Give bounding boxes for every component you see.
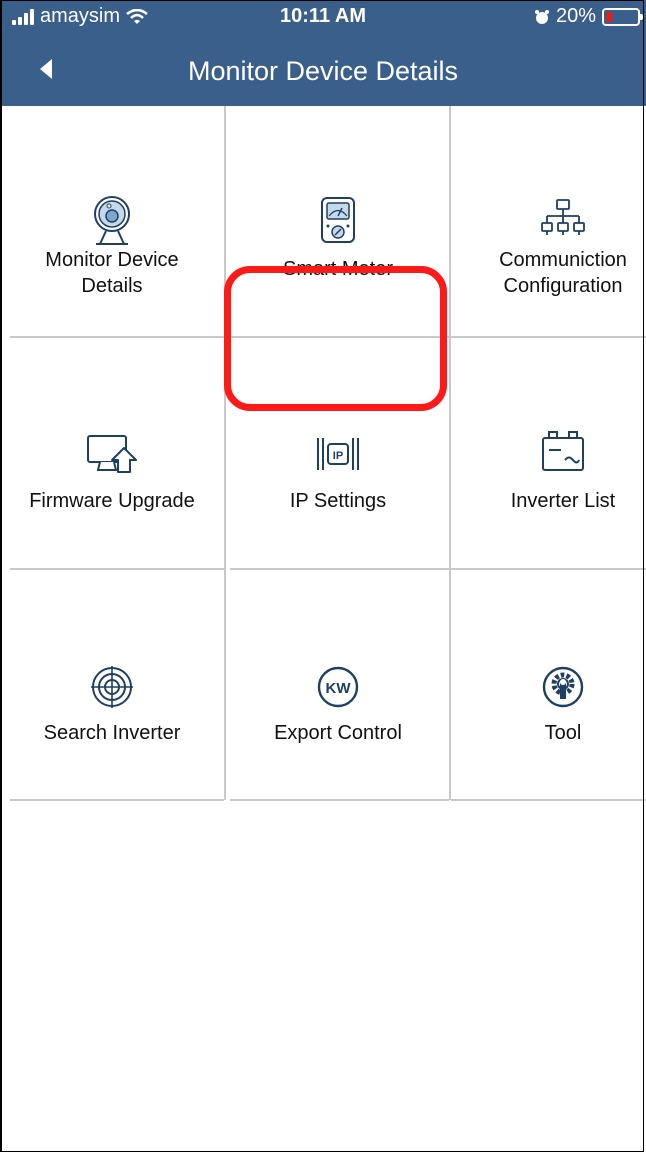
grid-item-label: Monitor Device: [45, 249, 179, 271]
grid-item-label: Export Control: [274, 722, 402, 744]
grid-item-smart-meter[interactable]: Smart Meter: [226, 106, 450, 336]
target-icon: [91, 666, 133, 708]
upload-monitor-icon: [87, 435, 137, 473]
grid-item-label: Tool: [544, 722, 582, 744]
svg-text:IP: IP: [333, 450, 343, 462]
grid-item-label: IP Settings: [289, 490, 387, 512]
status-bar: amaysim 10:11 AM 20%: [0, 0, 646, 34]
grid-item-firmware-upgrade[interactable]: Firmware Upgrade: [0, 338, 224, 568]
grid-item-label: Search Inverter: [43, 722, 181, 744]
grid-item-export-control[interactable]: KW Export Control: [226, 570, 450, 800]
battery-icon: [602, 7, 643, 26]
battery-percent: 20%: [555, 5, 596, 27]
alarm-icon: [534, 9, 549, 24]
grid-item-ip-settings[interactable]: IP IP Settings: [226, 338, 450, 568]
grid-item-tool[interactable]: Tool: [451, 570, 646, 800]
grid-item-label: Communiction: [499, 249, 627, 271]
grid-item-label: Firmware Upgrade: [29, 490, 195, 512]
webcam-icon: [94, 196, 130, 245]
meter-icon: [321, 197, 355, 243]
battery-inverter-icon: [542, 431, 584, 471]
grid-item-inverter-list[interactable]: Inverter List: [451, 338, 646, 568]
gear-wrench-icon: [542, 666, 584, 708]
grid-item-monitor-device-details[interactable]: Monitor Device Details: [0, 106, 224, 336]
svg-text:KW: KW: [326, 680, 352, 697]
grid-item-label-2: Configuration: [503, 275, 623, 297]
nav-bar: Monitor Device Details: [0, 34, 646, 106]
grid-item-search-inverter[interactable]: Search Inverter: [0, 570, 224, 800]
grid-item-label: Inverter List: [510, 490, 616, 512]
grid-item-communication-configuration[interactable]: Communiction Configuration: [451, 106, 646, 336]
grid-item-label-2: Details: [81, 275, 143, 297]
status-right: 20%: [534, 5, 643, 28]
page-title: Monitor Device Details: [187, 56, 459, 86]
kw-icon: KW: [317, 666, 359, 708]
network-icon: [541, 199, 585, 235]
ip-icon: IP: [317, 438, 359, 470]
grid-item-label: Smart Meter: [282, 258, 394, 280]
